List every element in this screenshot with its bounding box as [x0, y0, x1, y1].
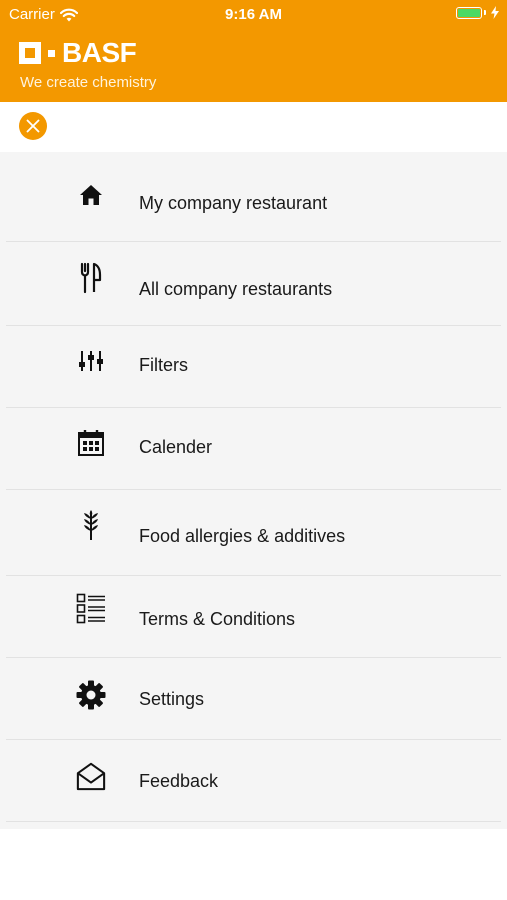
menu-item-all-company-restaurants[interactable]: All company restaurants [0, 242, 507, 326]
menu-label: Feedback [139, 771, 219, 791]
envelope-icon [76, 760, 106, 792]
close-menu-button[interactable] [19, 112, 47, 140]
close-icon [26, 119, 40, 133]
logo-square-mark [19, 42, 41, 64]
brand-tagline: We create chemistry [20, 74, 157, 91]
menu-label: Food allergies & additives [139, 526, 346, 546]
wheat-icon [76, 509, 106, 541]
menu-item-settings[interactable]: Settings [0, 658, 507, 740]
menu-label: My company restaurant [139, 193, 328, 213]
status-bar: Carrier 9:16 AM [0, 0, 507, 28]
battery-indicator [456, 6, 499, 19]
menu-item-my-company-restaurant[interactable]: My company restaurant [0, 152, 507, 242]
menu-item-feedback[interactable]: Feedback [0, 740, 507, 822]
menu-label: Settings [139, 689, 205, 709]
checklist-icon [76, 593, 106, 625]
status-time: 9:16 AM [225, 6, 282, 23]
menu-item-food-allergies[interactable]: Food allergies & additives [0, 490, 507, 576]
app-header: Carrier 9:16 AM BASF We create chemistry [0, 0, 507, 102]
gear-icon [76, 679, 106, 711]
close-bar [0, 102, 507, 152]
battery-icon [456, 6, 482, 19]
basf-logo: BASF [19, 37, 137, 68]
sliders-icon [76, 345, 106, 377]
menu-item-filters[interactable]: Filters [0, 326, 507, 408]
calendar-icon [76, 427, 106, 459]
menu-label: Filters [139, 355, 188, 375]
menu-item-terms-conditions[interactable]: Terms & Conditions [0, 576, 507, 658]
home-icon [76, 179, 106, 211]
menu-label: Calender [139, 437, 213, 457]
cutlery-icon [76, 262, 106, 294]
menu-item-calender[interactable]: Calender [0, 408, 507, 490]
logo-dot-mark [48, 49, 55, 57]
menu-label: Terms & Conditions [139, 609, 296, 629]
logo-wordmark: BASF [62, 37, 137, 68]
battery-level [458, 8, 480, 17]
charging-bolt-icon [491, 6, 499, 19]
menu-label: All company restaurants [139, 279, 333, 299]
side-menu: My company restaurant All company restau… [0, 152, 507, 829]
divider [6, 821, 501, 822]
